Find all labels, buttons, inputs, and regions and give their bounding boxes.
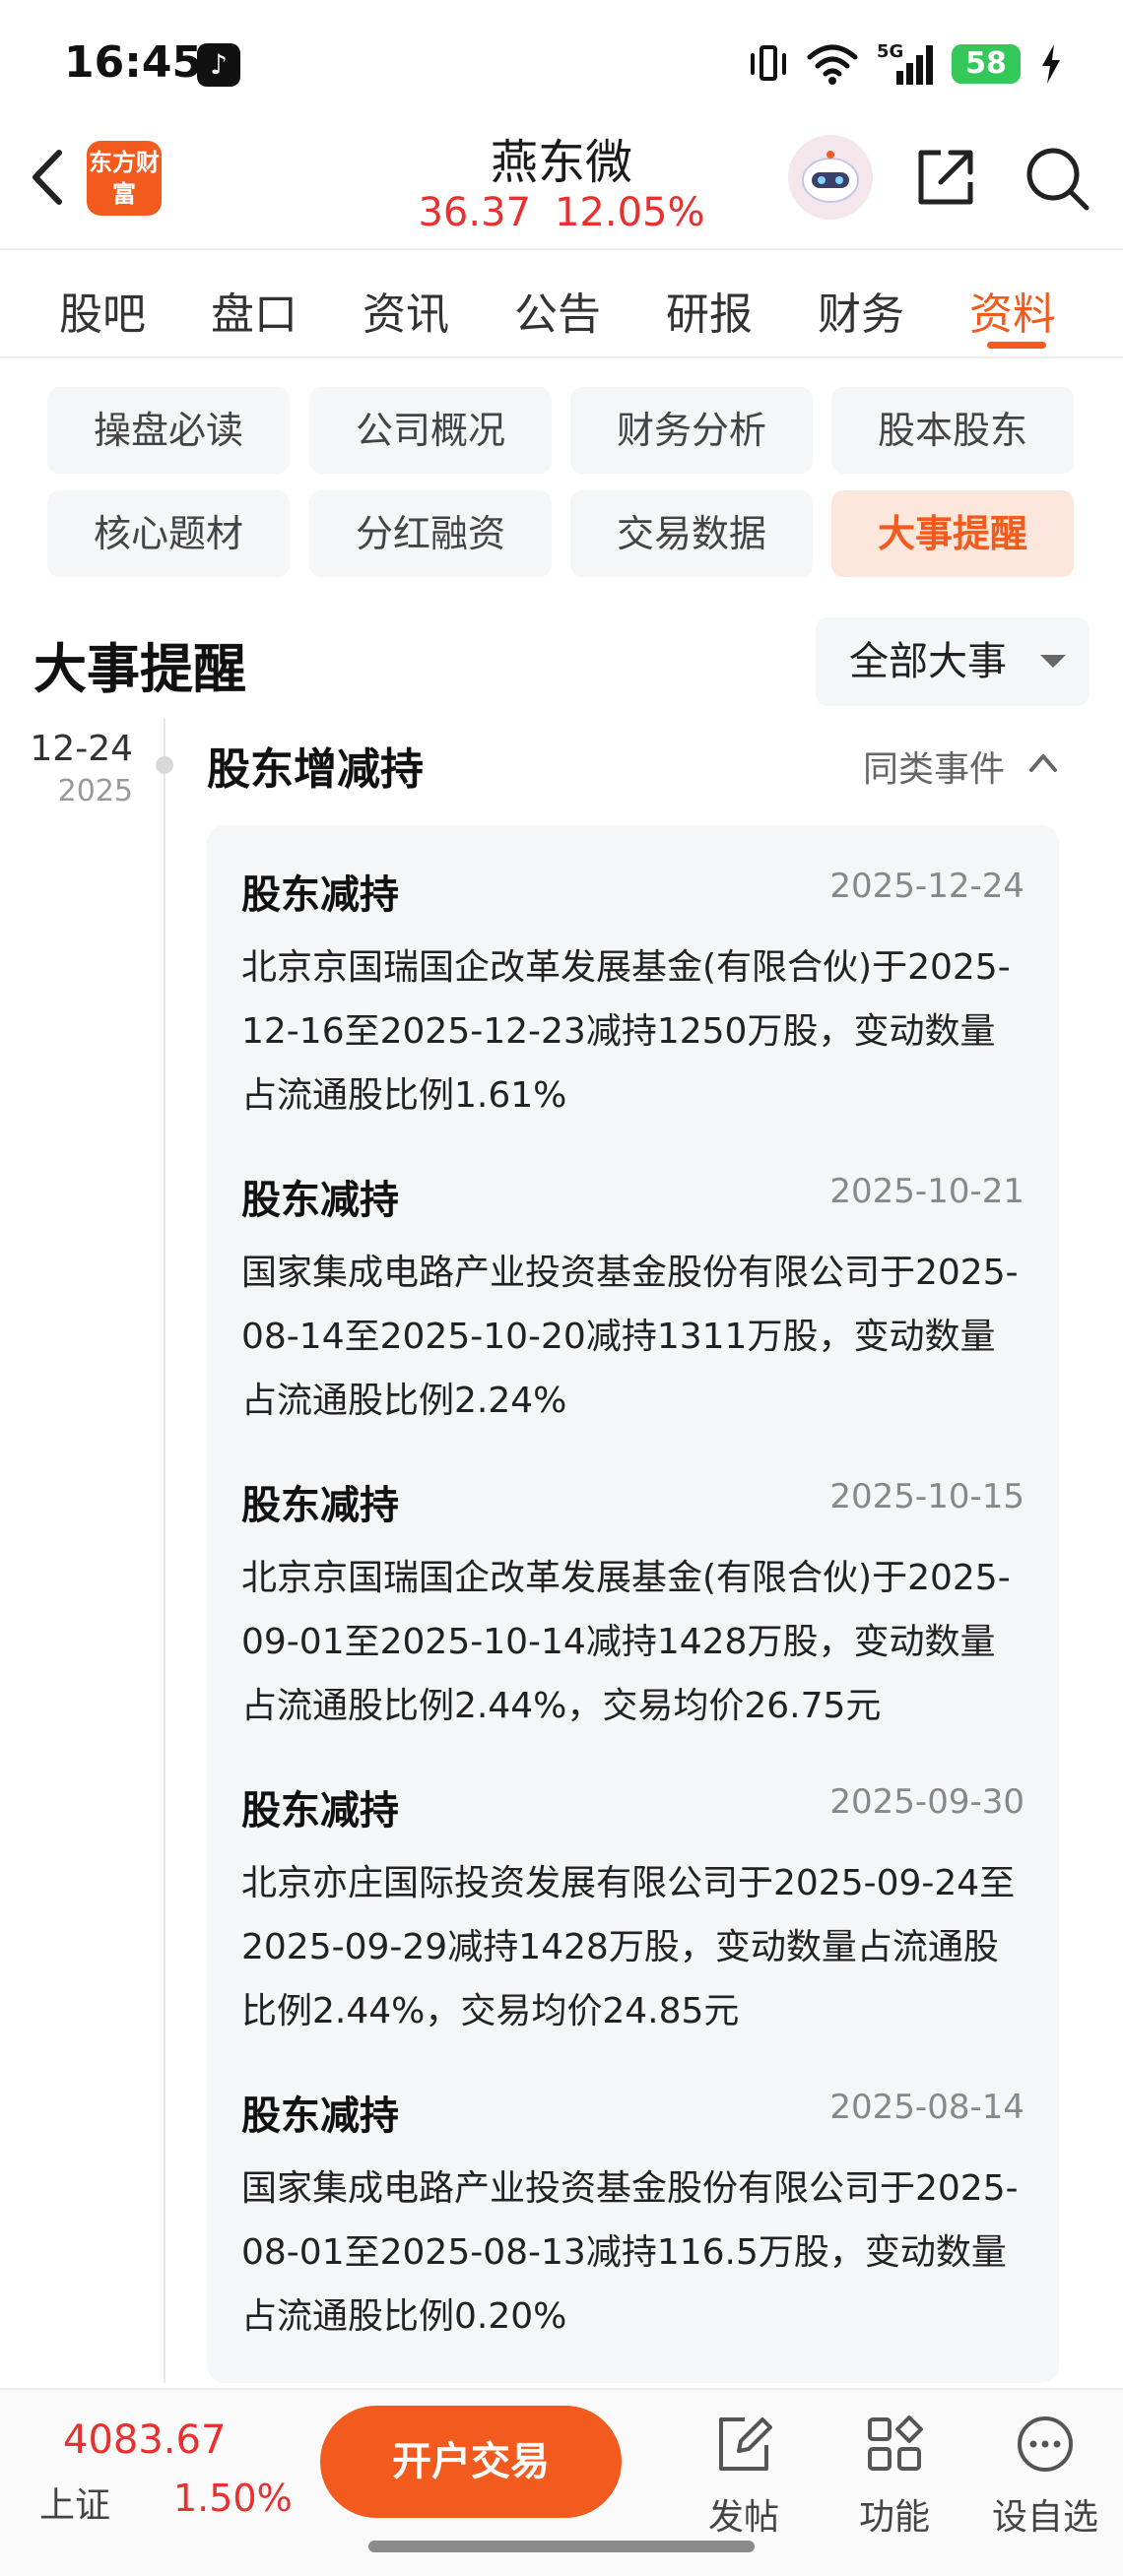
signal-icon: 5G	[877, 41, 934, 87]
subnav-dashi[interactable]: 大事提醒	[831, 490, 1074, 577]
tab-pankou[interactable]: 盘口	[211, 279, 297, 342]
status-icons: 5G 58	[749, 39, 1064, 89]
event-filter-dropdown[interactable]: 全部大事	[816, 617, 1090, 706]
event-date: 2025-08-14	[829, 2088, 1024, 2127]
subnav-fenhong[interactable]: 分红融资	[309, 490, 552, 577]
active-tab-indicator	[987, 342, 1046, 349]
stock-header: 东方财富 燕东微 36.37 12.05%	[0, 123, 1123, 246]
ai-robot-icon[interactable]	[788, 135, 873, 220]
battery-indicator: 58	[952, 44, 1021, 84]
grid-icon	[868, 2415, 923, 2471]
timeline-year: 2025	[57, 774, 133, 808]
event-description: 北京京国瑞国企改革发展基金(有限合伙)于2025-12-16至2025-12-2…	[241, 947, 1011, 1116]
functions-label: 功能	[858, 2497, 930, 2538]
section-title: 大事提醒	[33, 638, 246, 700]
more-icon	[1018, 2416, 1073, 2472]
search-icon[interactable]	[1020, 141, 1094, 216]
tab-gonggao[interactable]: 公告	[514, 279, 601, 342]
status-bar: 16:45 ♪ 5G 58	[0, 0, 1123, 128]
event-title: 股东减持	[241, 872, 399, 918]
functions-button[interactable]: 功能	[830, 2410, 958, 2540]
filter-label: 全部大事	[849, 639, 1007, 684]
tab-guba[interactable]: 股吧	[59, 279, 146, 342]
event-title: 股东减持	[241, 1483, 399, 1528]
event-description: 北京亦庄国际投资发展有限公司于2025-09-24至2025-09-29减持14…	[241, 1863, 1016, 2031]
event-date: 2025-09-30	[829, 1782, 1024, 1822]
header-divider	[0, 248, 1123, 250]
subnav-gongsi[interactable]: 公司概况	[309, 387, 552, 474]
subnav-caopan[interactable]: 操盘必读	[47, 387, 290, 474]
subnav-jiaoyi[interactable]: 交易数据	[570, 490, 813, 577]
event-description: 国家集成电路产业投资基金股份有限公司于2025-08-14至2025-10-20…	[241, 1253, 1019, 1421]
similar-events-toggle[interactable]: 同类事件	[863, 741, 1005, 792]
open-trade-button[interactable]: 开户交易	[320, 2406, 622, 2518]
tab-caiwu[interactable]: 财务	[818, 279, 904, 342]
event-title: 股东减持	[241, 2093, 399, 2139]
index-change[interactable]: 1.50%	[173, 2477, 293, 2520]
event-date: 2025-10-21	[829, 1172, 1024, 1211]
post-button[interactable]: 发帖	[680, 2410, 808, 2540]
tab-bar: 股吧 盘口 资讯 公告 研报 财务 资料	[0, 251, 1123, 359]
event-group-title: 股东增减持	[207, 744, 424, 795]
subnav-guben[interactable]: 股本股东	[831, 387, 1074, 474]
tiktok-icon: ♪	[197, 43, 240, 87]
post-label: 发帖	[707, 2497, 779, 2538]
subnav-caiwu-fenxi[interactable]: 财务分析	[570, 387, 813, 474]
charging-bolt-icon	[1042, 44, 1060, 84]
tabs-divider	[0, 356, 1123, 358]
event-date: 2025-12-24	[829, 867, 1024, 906]
add-watchlist-label: 设自选	[991, 2497, 1098, 2538]
chevron-up-icon[interactable]	[1027, 750, 1059, 774]
event-date: 2025-10-15	[829, 1477, 1024, 1516]
events-card: 股东减持 2025-12-24 北京京国瑞国企改革发展基金(有限合伙)于2025…	[207, 825, 1059, 2383]
tab-ziliao[interactable]: 资料	[969, 279, 1056, 342]
wifi-icon	[807, 44, 858, 85]
tab-zixun[interactable]: 资讯	[363, 279, 449, 342]
index-name[interactable]: 上证	[39, 2477, 110, 2528]
vibrate-icon	[749, 41, 788, 87]
home-indicator[interactable]	[368, 2541, 755, 2552]
timeline-dot	[156, 756, 173, 774]
add-watchlist-button[interactable]: 设自选	[981, 2410, 1109, 2540]
event-title: 股东减持	[241, 1788, 399, 1834]
tab-yanbao[interactable]: 研报	[666, 279, 753, 342]
subnav-hexin[interactable]: 核心题材	[47, 490, 290, 577]
event-title: 股东减持	[241, 1178, 399, 1223]
event-description: 国家集成电路产业投资基金股份有限公司于2025-08-01至2025-08-13…	[241, 2168, 1019, 2337]
status-time: 16:45	[64, 37, 203, 88]
stock-price: 36.37	[418, 190, 531, 235]
stock-change-pct: 12.05%	[554, 190, 705, 235]
event-description: 北京京国瑞国企改革发展基金(有限合伙)于2025-09-01至2025-10-1…	[241, 1558, 1011, 1726]
share-icon[interactable]	[911, 143, 980, 212]
timeline-line	[164, 719, 165, 2383]
timeline-date: 12-24	[30, 729, 133, 769]
caret-down-icon	[1040, 655, 1066, 668]
index-value[interactable]: 4083.67	[63, 2417, 226, 2463]
edit-icon	[719, 2417, 772, 2471]
